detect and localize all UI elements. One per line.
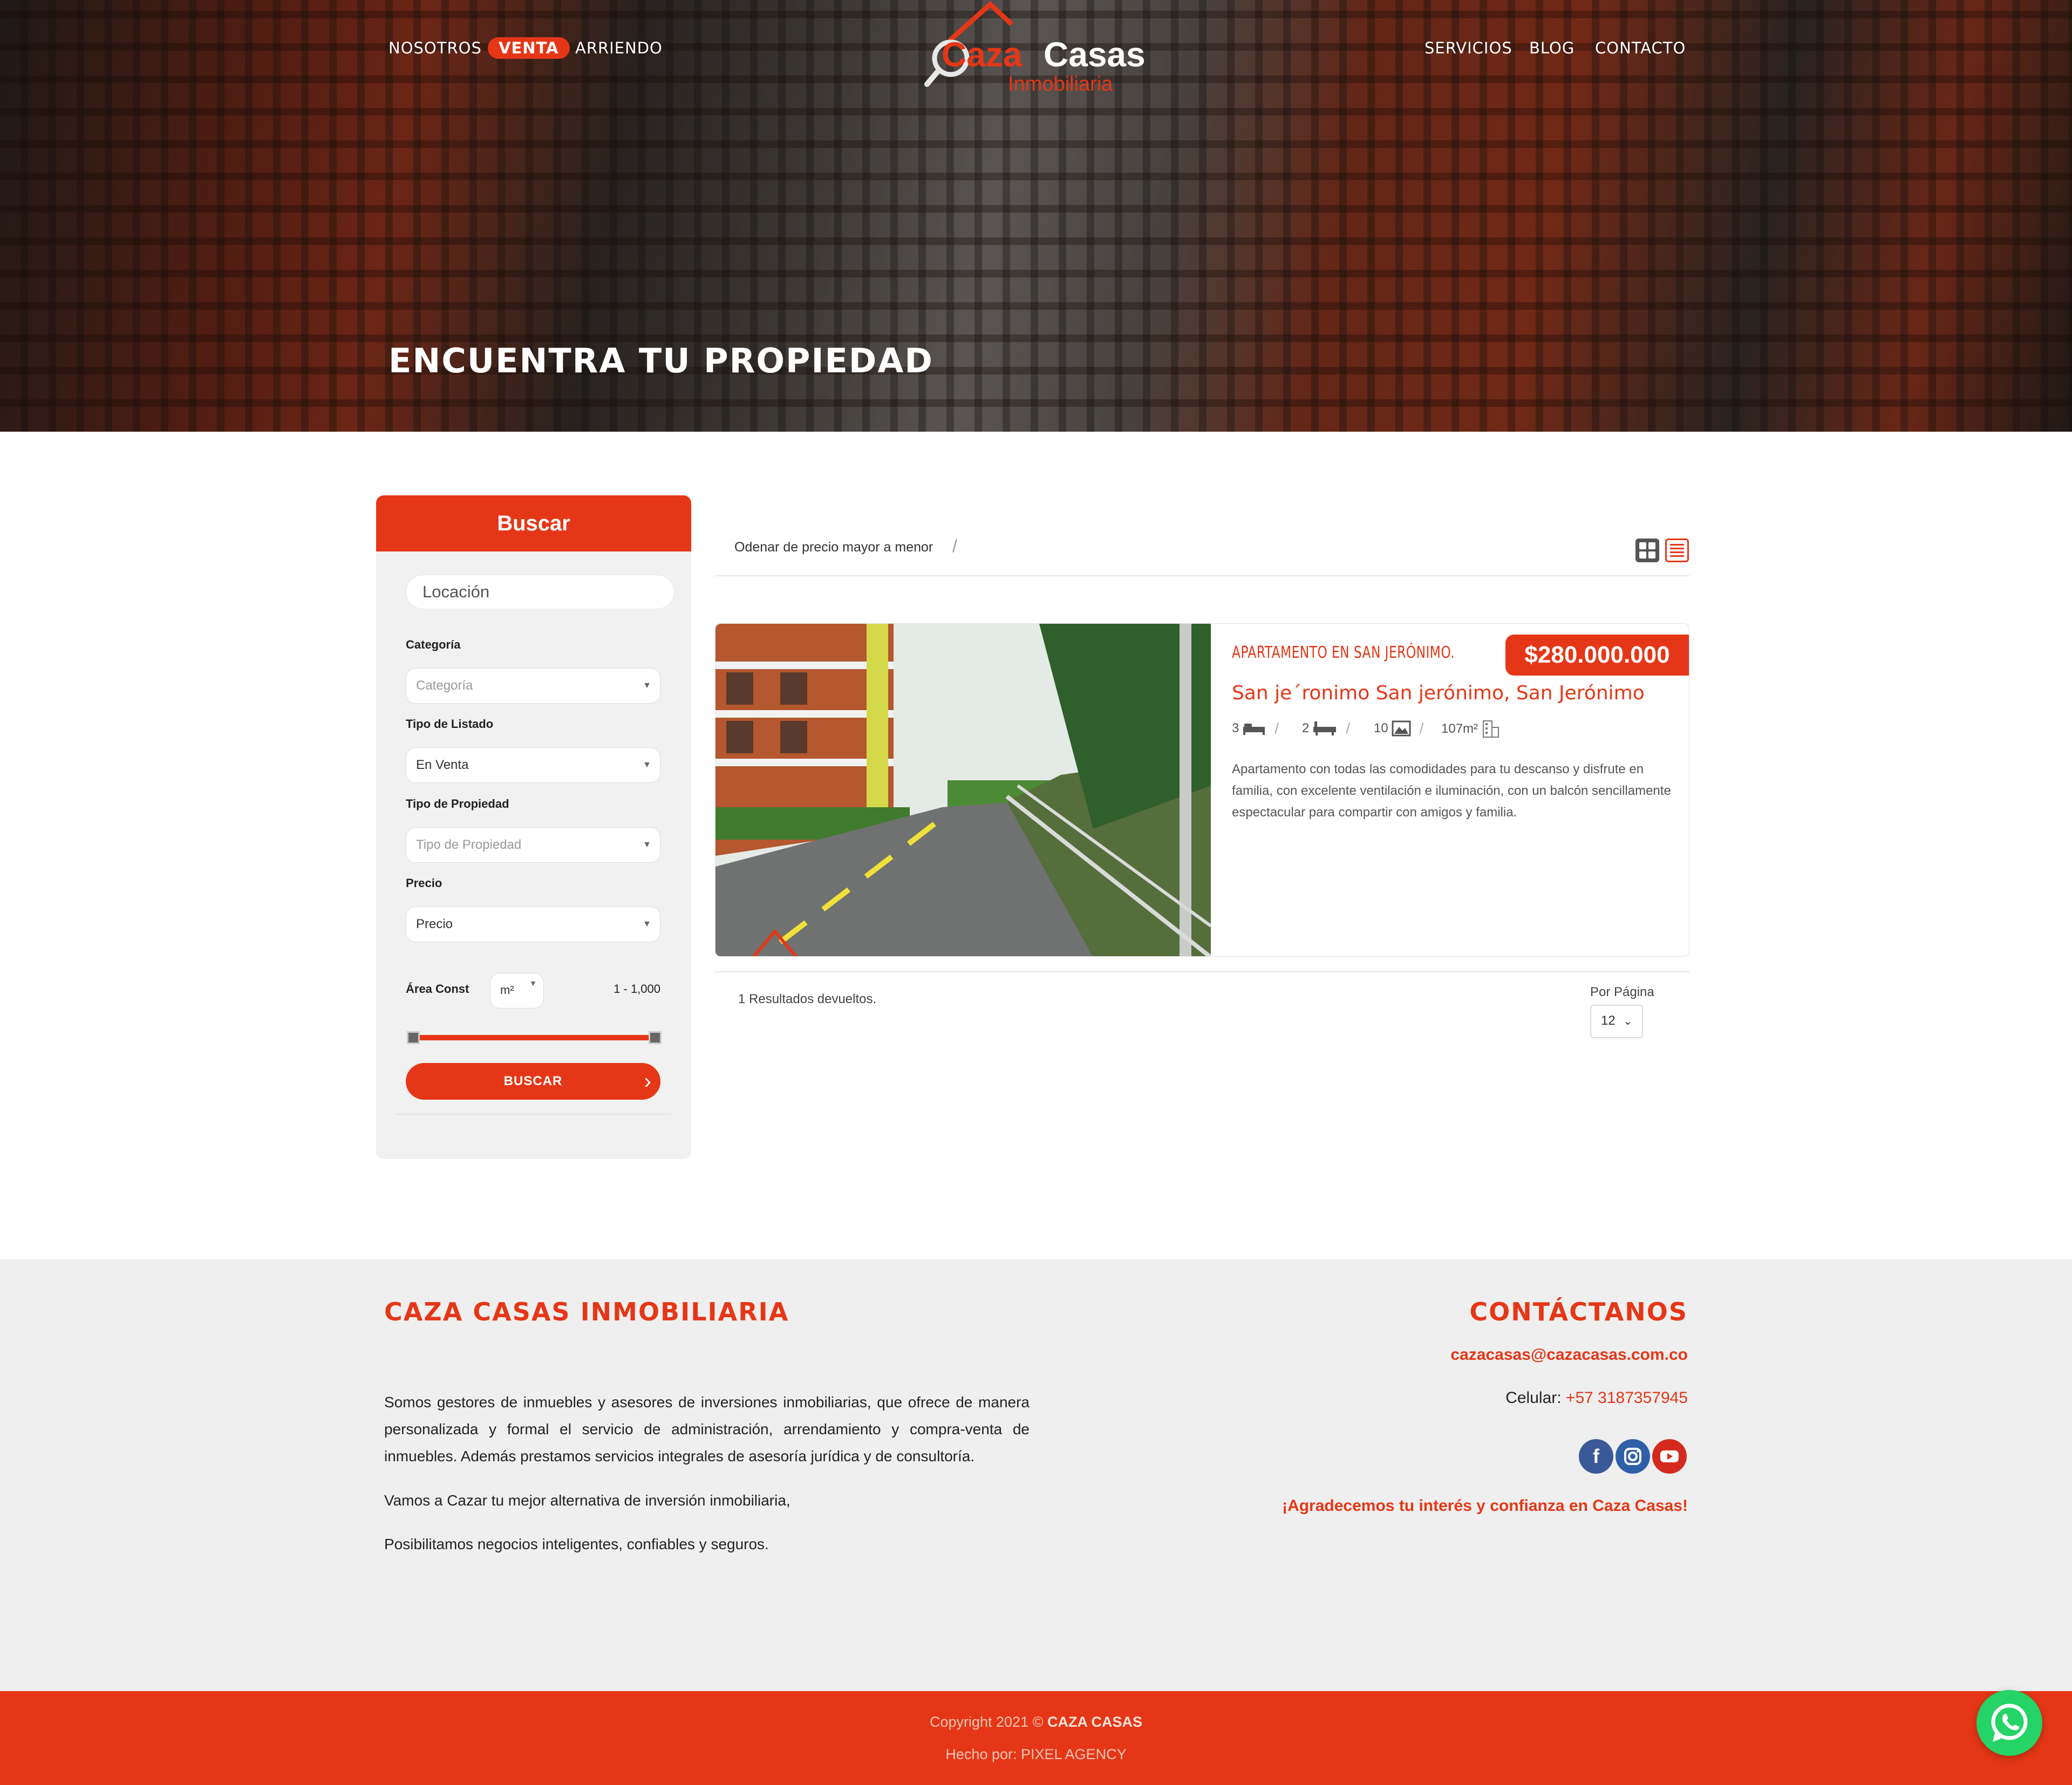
building-icon — [1483, 720, 1500, 738]
area-unit-select[interactable]: m² ▼ — [490, 973, 544, 1009]
slider-handle-min[interactable] — [407, 1031, 420, 1044]
area-range-value: 1 - 1,000 — [614, 982, 660, 996]
chevron-down-icon: ▼ — [643, 919, 651, 929]
copyright-brand: CAZA CASAS — [1047, 1714, 1143, 1730]
feature-photos: 10 / — [1374, 720, 1423, 737]
per-page-label: Por Página — [1590, 985, 1654, 999]
price-select[interactable]: Precio ▼ — [406, 907, 660, 942]
category-label: Categoría — [406, 638, 461, 651]
location-input[interactable]: Locación — [406, 575, 674, 609]
search-panel: Buscar Locación Categoría Categoría ▼ Ti… — [376, 495, 691, 1159]
bedrooms-value: 3 — [1232, 721, 1239, 735]
area-label: Área Const — [406, 982, 469, 996]
footer-tagline-1: Vamos a Cazar tu mejor alternativa de in… — [384, 1492, 790, 1509]
area-value: 107m² — [1441, 721, 1478, 736]
results-toolbar: Odenar de precio mayor a menor / — [715, 534, 1689, 576]
nav-arriendo[interactable]: ARRIENDO — [575, 39, 663, 57]
youtube-icon[interactable] — [1652, 1439, 1687, 1474]
copyright-bar: Copyright 2021 © CAZA CASAS Hecho por: P… — [0, 1691, 2072, 1785]
price-label: Precio — [406, 876, 442, 890]
photos-value: 10 — [1374, 721, 1388, 735]
footer: CAZA CASAS INMOBILIARIA Somos gestores d… — [0, 1259, 2072, 1691]
property-location[interactable]: San je´ronimo San jerónimo, San Jerónimo — [1232, 682, 1645, 704]
chevron-down-icon: ▼ — [643, 681, 651, 690]
phone-link[interactable]: +57 3187357945 — [1566, 1389, 1688, 1407]
footer-title-company: CAZA CASAS INMOBILIARIA — [384, 1297, 789, 1326]
listing-type-label: Tipo de Listado — [406, 717, 494, 731]
list-view-icon[interactable] — [1665, 539, 1689, 562]
bed-icon — [1243, 724, 1265, 735]
nav-blog[interactable]: BLOG — [1529, 39, 1575, 57]
chevron-down-icon: ⌄ — [1623, 1016, 1633, 1027]
site-logo[interactable]: Caza Casas Inmobiliaria — [917, 0, 1155, 103]
results-count: 1 Resultados devueltos. — [738, 992, 877, 1006]
bathrooms-value: 2 — [1302, 721, 1310, 735]
price-select-value: Precio — [416, 917, 453, 931]
whatsapp-button[interactable] — [1976, 1690, 2042, 1756]
nav-servicios[interactable]: SERVICIOS — [1424, 39, 1512, 57]
facebook-icon[interactable]: f — [1579, 1439, 1613, 1474]
property-type-label: Tipo de Propiedad — [406, 797, 509, 810]
divider — [397, 1114, 671, 1115]
divider: / — [1274, 720, 1279, 737]
feature-bathrooms: 2 / — [1302, 720, 1350, 737]
area-range-slider[interactable] — [407, 1031, 662, 1044]
chevron-down-icon: ▼ — [529, 979, 537, 987]
contact-email[interactable]: cazacasas@cazacasas.com.co — [1450, 1346, 1688, 1364]
svg-text:Caza: Caza — [942, 35, 1023, 74]
logo-graphic: Caza Casas Inmobiliaria — [924, 1, 1146, 96]
nav-contacto[interactable]: CONTACTO — [1595, 39, 1686, 57]
property-image — [715, 624, 1211, 956]
price-badge: $280.000.000 — [1505, 635, 1689, 676]
copyright-text: Copyright 2021 © CAZA CASAS — [0, 1714, 2072, 1731]
sort-dropdown[interactable]: Odenar de precio mayor a menor — [734, 540, 933, 555]
divider: / — [1346, 720, 1351, 737]
search-button-label: BUSCAR — [503, 1074, 563, 1088]
footer-title-contact: CONTÁCTANOS — [1469, 1297, 1688, 1326]
footer-about: Somos gestores de inmuebles y asesores d… — [384, 1394, 1030, 1464]
chevron-right-icon: › — [644, 1069, 652, 1093]
instagram-icon[interactable] — [1616, 1439, 1650, 1474]
per-page-value: 12 — [1601, 1013, 1616, 1028]
copyright-prefix: Copyright 2021 © — [929, 1714, 1044, 1730]
hero-banner: NOSOTROS VENTA ARRIENDO Caza Casas Inmob… — [0, 0, 2072, 432]
nav-nosotros[interactable]: NOSOTROS — [388, 39, 482, 57]
phone-label: Celular: — [1505, 1389, 1562, 1407]
thanks-message: ¡Agradecemos tu interés y confianza en C… — [1282, 1497, 1688, 1515]
hero-title: ENCUENTRA TU PROPIEDAD — [388, 341, 933, 380]
property-type-select[interactable]: Tipo de Propiedad ▼ — [406, 827, 660, 863]
chevron-down-icon: ▼ — [643, 760, 651, 769]
per-page-select[interactable]: 12 ⌄ — [1590, 1005, 1643, 1038]
divider — [715, 971, 1689, 972]
property-type-value: Tipo de Propiedad — [416, 837, 522, 852]
feature-bedrooms: 3 / — [1232, 720, 1279, 737]
listing-type-value: En Venta — [416, 758, 469, 772]
made-by-text[interactable]: Hecho por: PIXEL AGENCY — [0, 1746, 2072, 1763]
svg-text:Inmobiliaria: Inmobiliaria — [1008, 73, 1113, 96]
divider: / — [952, 536, 957, 556]
category-select-value: Categoría — [416, 678, 473, 693]
search-button[interactable]: BUSCAR › — [406, 1063, 660, 1100]
feature-area: 107m² — [1441, 720, 1501, 738]
divider: / — [1419, 720, 1424, 737]
nav-venta[interactable]: VENTA — [488, 37, 570, 59]
category-select[interactable]: Categoría ▼ — [406, 668, 660, 704]
footer-tagline-2: Posibilitamos negocios inteligentes, con… — [384, 1536, 769, 1552]
area-unit-value: m² — [500, 983, 514, 997]
image-icon — [1392, 720, 1411, 737]
slider-handle-max[interactable] — [649, 1031, 662, 1044]
listing-type-select[interactable]: En Venta ▼ — [406, 747, 660, 783]
bathtub-icon — [1313, 721, 1337, 735]
contact-phone: Celular: +57 3187357945 — [1505, 1389, 1688, 1407]
chevron-down-icon: ▼ — [643, 840, 651, 849]
svg-text:Casas: Casas — [1044, 35, 1146, 74]
search-panel-title: Buscar — [376, 495, 691, 551]
whatsapp-icon — [1991, 1704, 2028, 1742]
property-type-title[interactable]: APARTAMENTO EN SAN JERÓNIMO. — [1232, 643, 1455, 662]
property-description: Apartamento con todas las comodidades pa… — [1232, 762, 1671, 820]
grid-view-icon[interactable] — [1635, 539, 1659, 562]
property-card[interactable]: APARTAMENTO EN SAN JERÓNIMO. $280.000.00… — [715, 623, 1689, 957]
property-photo[interactable] — [715, 624, 1211, 956]
